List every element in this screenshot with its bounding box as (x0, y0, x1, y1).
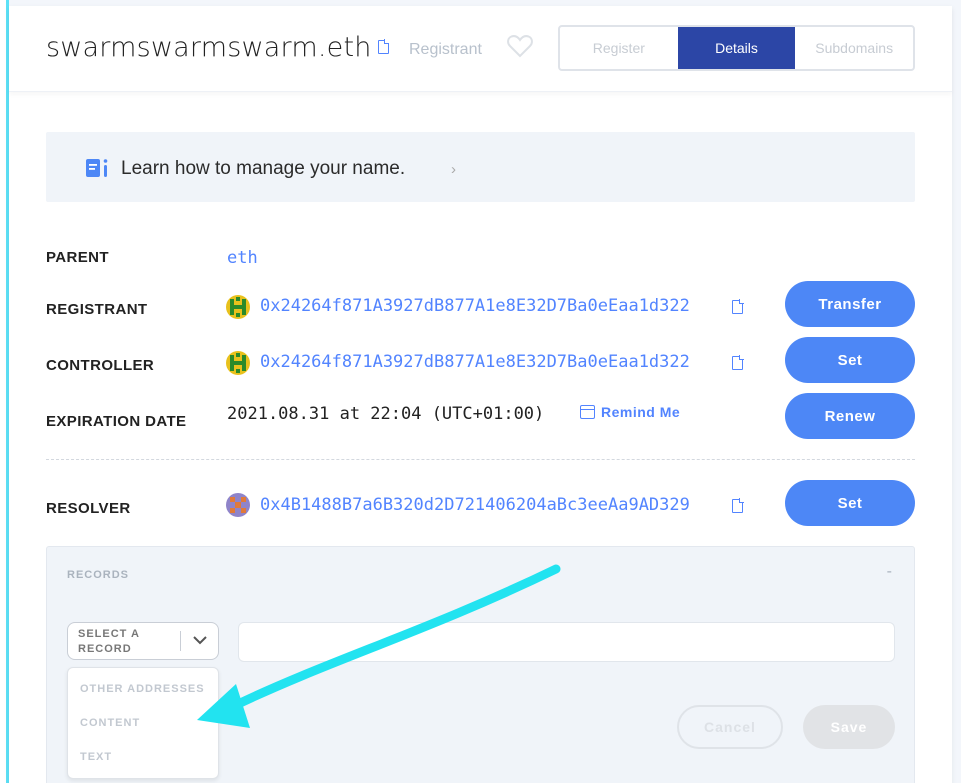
expiration-label: EXPIRATION DATE (46, 413, 187, 430)
copy-icon[interactable] (732, 355, 744, 370)
tab-subdomains[interactable]: Subdomains (795, 27, 913, 69)
domain-title: swarmswarmswarm.eth (46, 32, 390, 63)
records-panel: RECORDS - SELECT A RECORD OTHER ADDRESSE… (46, 546, 915, 783)
section-divider (46, 459, 915, 460)
registrant-label: REGISTRANT (46, 301, 148, 318)
registrant-avatar (226, 295, 250, 319)
controller-address[interactable]: 0x24264f871A3927dB877A1e8E32D7Ba0eEaa1d3… (260, 352, 690, 372)
calendar-icon (580, 405, 595, 419)
banner-text: Learn how to manage your name. (121, 158, 406, 179)
controller-avatar (226, 351, 250, 375)
chevron-right-icon: › (451, 161, 456, 178)
details-card: swarmswarmswarm.eth Registrant Register … (9, 6, 952, 783)
registrant-link[interactable]: Registrant (409, 41, 482, 59)
controller-set-button[interactable]: Set (785, 337, 915, 383)
copy-icon[interactable] (732, 498, 744, 513)
select-separator (180, 631, 181, 651)
remind-me-link[interactable]: Remind Me (580, 404, 680, 420)
tab-register[interactable]: Register (560, 27, 678, 69)
record-value-input[interactable] (238, 622, 895, 662)
parent-link[interactable]: eth (227, 248, 258, 268)
chevron-down-icon (193, 636, 207, 645)
menu-item-other-addresses[interactable]: OTHER ADDRESSES (80, 683, 205, 695)
tab-details[interactable]: Details (677, 27, 796, 69)
left-edge-bar (0, 0, 9, 783)
remind-me-label: Remind Me (601, 404, 681, 420)
save-button[interactable]: Save (803, 705, 895, 749)
copy-icon[interactable] (732, 299, 744, 314)
resolver-address[interactable]: 0x4B1488B7a6B320d2D721406204aBc3eeAa9AD3… (260, 495, 690, 515)
header: swarmswarmswarm.eth Registrant Register … (9, 6, 952, 92)
renew-button[interactable]: Renew (785, 393, 915, 439)
menu-item-text[interactable]: TEXT (80, 751, 112, 763)
record-select-label: SELECT A RECORD (78, 628, 140, 655)
registrant-address[interactable]: 0x24264f871A3927dB877A1e8E32D7Ba0eEaa1d3… (260, 296, 690, 316)
controller-label: CONTROLLER (46, 357, 155, 374)
record-type-menu: OTHER ADDRESSES CONTENT TEXT (67, 667, 219, 779)
resolver-avatar (226, 493, 250, 517)
heart-icon[interactable] (507, 34, 533, 58)
domain-name: swarmswarmswarm.eth (46, 32, 372, 63)
menu-item-content[interactable]: CONTENT (80, 717, 140, 729)
records-title: RECORDS (67, 569, 130, 581)
tab-bar: Register Details Subdomains (558, 25, 915, 71)
transfer-button[interactable]: Transfer (785, 281, 915, 327)
resolver-label: RESOLVER (46, 500, 131, 517)
book-info-icon (86, 159, 108, 177)
resolver-set-button[interactable]: Set (785, 480, 915, 526)
help-banner[interactable]: Learn how to manage your name. › (46, 132, 915, 202)
record-type-select[interactable]: SELECT A RECORD (67, 622, 219, 660)
records-collapse-toggle[interactable]: - (887, 563, 892, 581)
parent-label: PARENT (46, 249, 109, 266)
cancel-button[interactable]: Cancel (677, 705, 783, 749)
expiration-value: 2021.08.31 at 22:04 (UTC+01:00) (227, 404, 545, 424)
copy-icon[interactable] (377, 39, 390, 54)
